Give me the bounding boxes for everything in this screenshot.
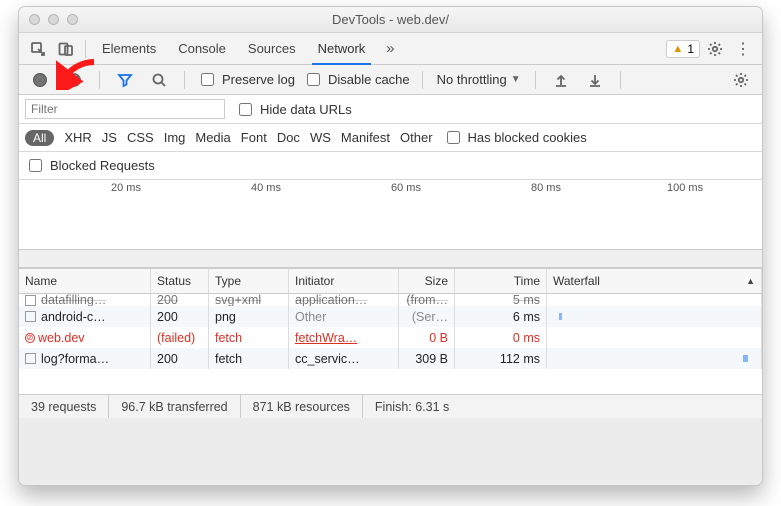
network-toolbar: Preserve log Disable cache No throttling… <box>19 65 762 95</box>
cell-type: png <box>209 306 289 327</box>
cell-waterfall <box>547 327 762 348</box>
filter-row: Hide data URLs <box>19 95 762 124</box>
window-title: DevTools - web.dev/ <box>19 12 762 27</box>
status-requests: 39 requests <box>19 395 109 418</box>
cell-time: 6 ms <box>455 306 547 327</box>
settings-icon[interactable] <box>702 37 728 61</box>
window-titlebar: DevTools - web.dev/ <box>19 7 762 33</box>
kebab-menu-icon[interactable]: ⋮ <box>730 37 756 61</box>
col-time[interactable]: Time <box>455 269 547 293</box>
cell-time: 0 ms <box>455 327 547 348</box>
chevron-down-icon: ▼ <box>511 74 521 85</box>
cell-name: log?forma… <box>19 348 151 369</box>
search-icon[interactable] <box>146 68 172 92</box>
cell-waterfall <box>547 306 762 327</box>
tab-sources[interactable]: Sources <box>238 33 306 65</box>
tab-network[interactable]: Network <box>308 33 376 65</box>
status-resources: 871 kB resources <box>241 395 363 418</box>
sort-asc-icon: ▲ <box>746 276 755 286</box>
devtools-tabbar: Elements Console Sources Network » ▲ 1 ⋮ <box>19 33 762 65</box>
inspect-element-icon[interactable] <box>25 37 51 61</box>
filter-toggle-icon[interactable] <box>112 68 138 92</box>
warnings-badge[interactable]: ▲ 1 <box>666 40 700 58</box>
import-har-icon[interactable] <box>548 68 574 92</box>
col-initiator[interactable]: Initiator <box>289 269 399 293</box>
filter-font[interactable]: Font <box>241 130 267 145</box>
network-settings-icon[interactable] <box>728 68 754 92</box>
cell-size: (Ser… <box>399 306 455 327</box>
cell-status: (failed) <box>151 327 209 348</box>
filter-img[interactable]: Img <box>164 130 186 145</box>
status-transferred: 96.7 kB transferred <box>109 395 240 418</box>
filter-js[interactable]: JS <box>102 130 117 145</box>
cell-size: 0 B <box>399 327 455 348</box>
filter-manifest[interactable]: Manifest <box>341 130 390 145</box>
export-har-icon[interactable] <box>582 68 608 92</box>
filter-ws[interactable]: WS <box>310 130 331 145</box>
col-type[interactable]: Type <box>209 269 289 293</box>
blocked-requests-checkbox[interactable]: Blocked Requests <box>25 156 756 175</box>
cell-name: ⊘web.dev <box>19 327 151 348</box>
request-table-header: Name Status Type Initiator Size Time Wat… <box>19 268 762 294</box>
timeline-overview[interactable]: 20 ms 40 ms 60 ms 80 ms 100 ms <box>19 180 762 250</box>
overview-tick: 80 ms <box>531 182 561 194</box>
col-name[interactable]: Name <box>19 269 151 293</box>
cell-initiator[interactable]: Other <box>289 306 399 327</box>
status-bar: 39 requests 96.7 kB transferred 871 kB r… <box>19 394 762 418</box>
overview-tick: 20 ms <box>111 182 141 194</box>
warning-icon: ▲ <box>672 43 683 55</box>
tab-elements[interactable]: Elements <box>92 33 166 65</box>
tab-console[interactable]: Console <box>168 33 236 65</box>
cell-size: 309 B <box>399 348 455 369</box>
status-finish: Finish: 6.31 s <box>363 395 461 418</box>
col-waterfall[interactable]: Waterfall▲ <box>547 269 762 293</box>
cell-type: fetch <box>209 327 289 348</box>
table-row[interactable]: ⊘web.dev(failed)fetchfetchWra…0 B0 ms <box>19 327 762 348</box>
clear-button[interactable] <box>61 68 87 92</box>
record-button[interactable] <box>27 68 53 92</box>
cell-initiator[interactable]: cc_servic… <box>289 348 399 369</box>
hide-data-urls-checkbox[interactable]: Hide data URLs <box>235 100 352 119</box>
col-size[interactable]: Size <box>399 269 455 293</box>
overview-tick: 100 ms <box>667 182 703 194</box>
request-table-body: datafilling…200svg+xmlapplication…(from…… <box>19 294 762 394</box>
device-toolbar-icon[interactable] <box>53 37 79 61</box>
disable-cache-checkbox[interactable]: Disable cache <box>303 70 410 89</box>
has-blocked-cookies-checkbox[interactable]: Has blocked cookies <box>443 128 587 147</box>
warning-count: 1 <box>687 42 694 56</box>
cell-initiator[interactable]: fetchWra… <box>289 327 399 348</box>
cell-status: 200 <box>151 348 209 369</box>
filter-xhr[interactable]: XHR <box>64 130 91 145</box>
more-tabs-icon[interactable]: » <box>377 37 403 61</box>
overview-tick: 60 ms <box>391 182 421 194</box>
cell-time: 112 ms <box>455 348 547 369</box>
table-row[interactable]: android-c…200pngOther(Ser…6 ms <box>19 306 762 327</box>
cell-status: 200 <box>151 306 209 327</box>
table-row[interactable]: datafilling…200svg+xmlapplication…(from…… <box>19 294 762 306</box>
cell-name: android-c… <box>19 306 151 327</box>
filter-media[interactable]: Media <box>195 130 230 145</box>
col-status[interactable]: Status <box>151 269 209 293</box>
table-row[interactable]: log?forma…200fetchcc_servic…309 B112 ms <box>19 348 762 369</box>
resource-type-filter: All XHR JS CSS Img Media Font Doc WS Man… <box>19 124 762 152</box>
cell-type: fetch <box>209 348 289 369</box>
overview-tick: 40 ms <box>251 182 281 194</box>
filter-input[interactable] <box>25 99 225 119</box>
filter-all[interactable]: All <box>25 130 54 146</box>
filter-doc[interactable]: Doc <box>277 130 300 145</box>
cell-waterfall <box>547 348 762 369</box>
throttling-select[interactable]: No throttling▼ <box>435 72 523 87</box>
preserve-log-checkbox[interactable]: Preserve log <box>197 70 295 89</box>
filter-other[interactable]: Other <box>400 130 433 145</box>
filter-css[interactable]: CSS <box>127 130 154 145</box>
